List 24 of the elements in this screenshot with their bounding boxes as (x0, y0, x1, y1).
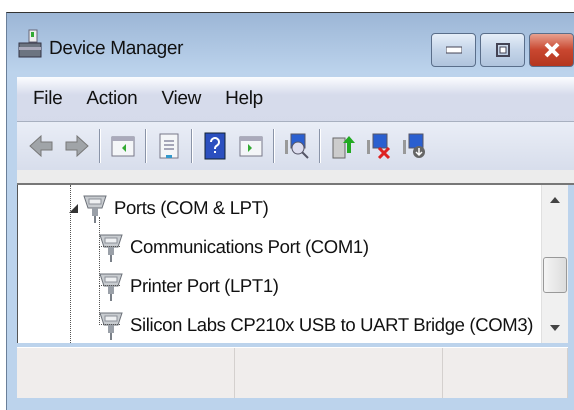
vertical-scrollbar[interactable] (541, 185, 568, 343)
scrollbar-thumb[interactable] (543, 257, 567, 293)
menu-item[interactable]: Action (86, 88, 138, 110)
serial-port-icon (98, 310, 124, 340)
tree-item[interactable]: Printer Port (LPT1) (130, 274, 279, 296)
tree-item[interactable]: Ports (COM & LPT) (114, 196, 268, 218)
up-arrow-icon (550, 197, 560, 203)
close-icon (544, 42, 560, 58)
serial-port-icon (82, 192, 108, 222)
serial-port-icon (98, 270, 124, 300)
serial-port-icon (98, 232, 124, 262)
window-title: Device Manager (49, 38, 184, 60)
menu-item[interactable]: File (33, 88, 62, 110)
maximize-button[interactable] (480, 33, 525, 67)
tree-item[interactable]: Silicon Labs CP210x USB to UART Bridge (COM3) (130, 314, 534, 336)
minimize-button[interactable] (431, 33, 476, 67)
menu-item[interactable]: View (161, 88, 202, 110)
minimize-icon (446, 46, 462, 54)
close-button[interactable] (529, 33, 574, 67)
collapse-toggle[interactable] (68, 202, 80, 214)
tree-item[interactable]: Communications Port (COM1) (130, 236, 369, 258)
menu-item[interactable]: Help (225, 88, 263, 110)
maximize-icon (496, 43, 510, 57)
down-arrow-icon (550, 325, 560, 331)
